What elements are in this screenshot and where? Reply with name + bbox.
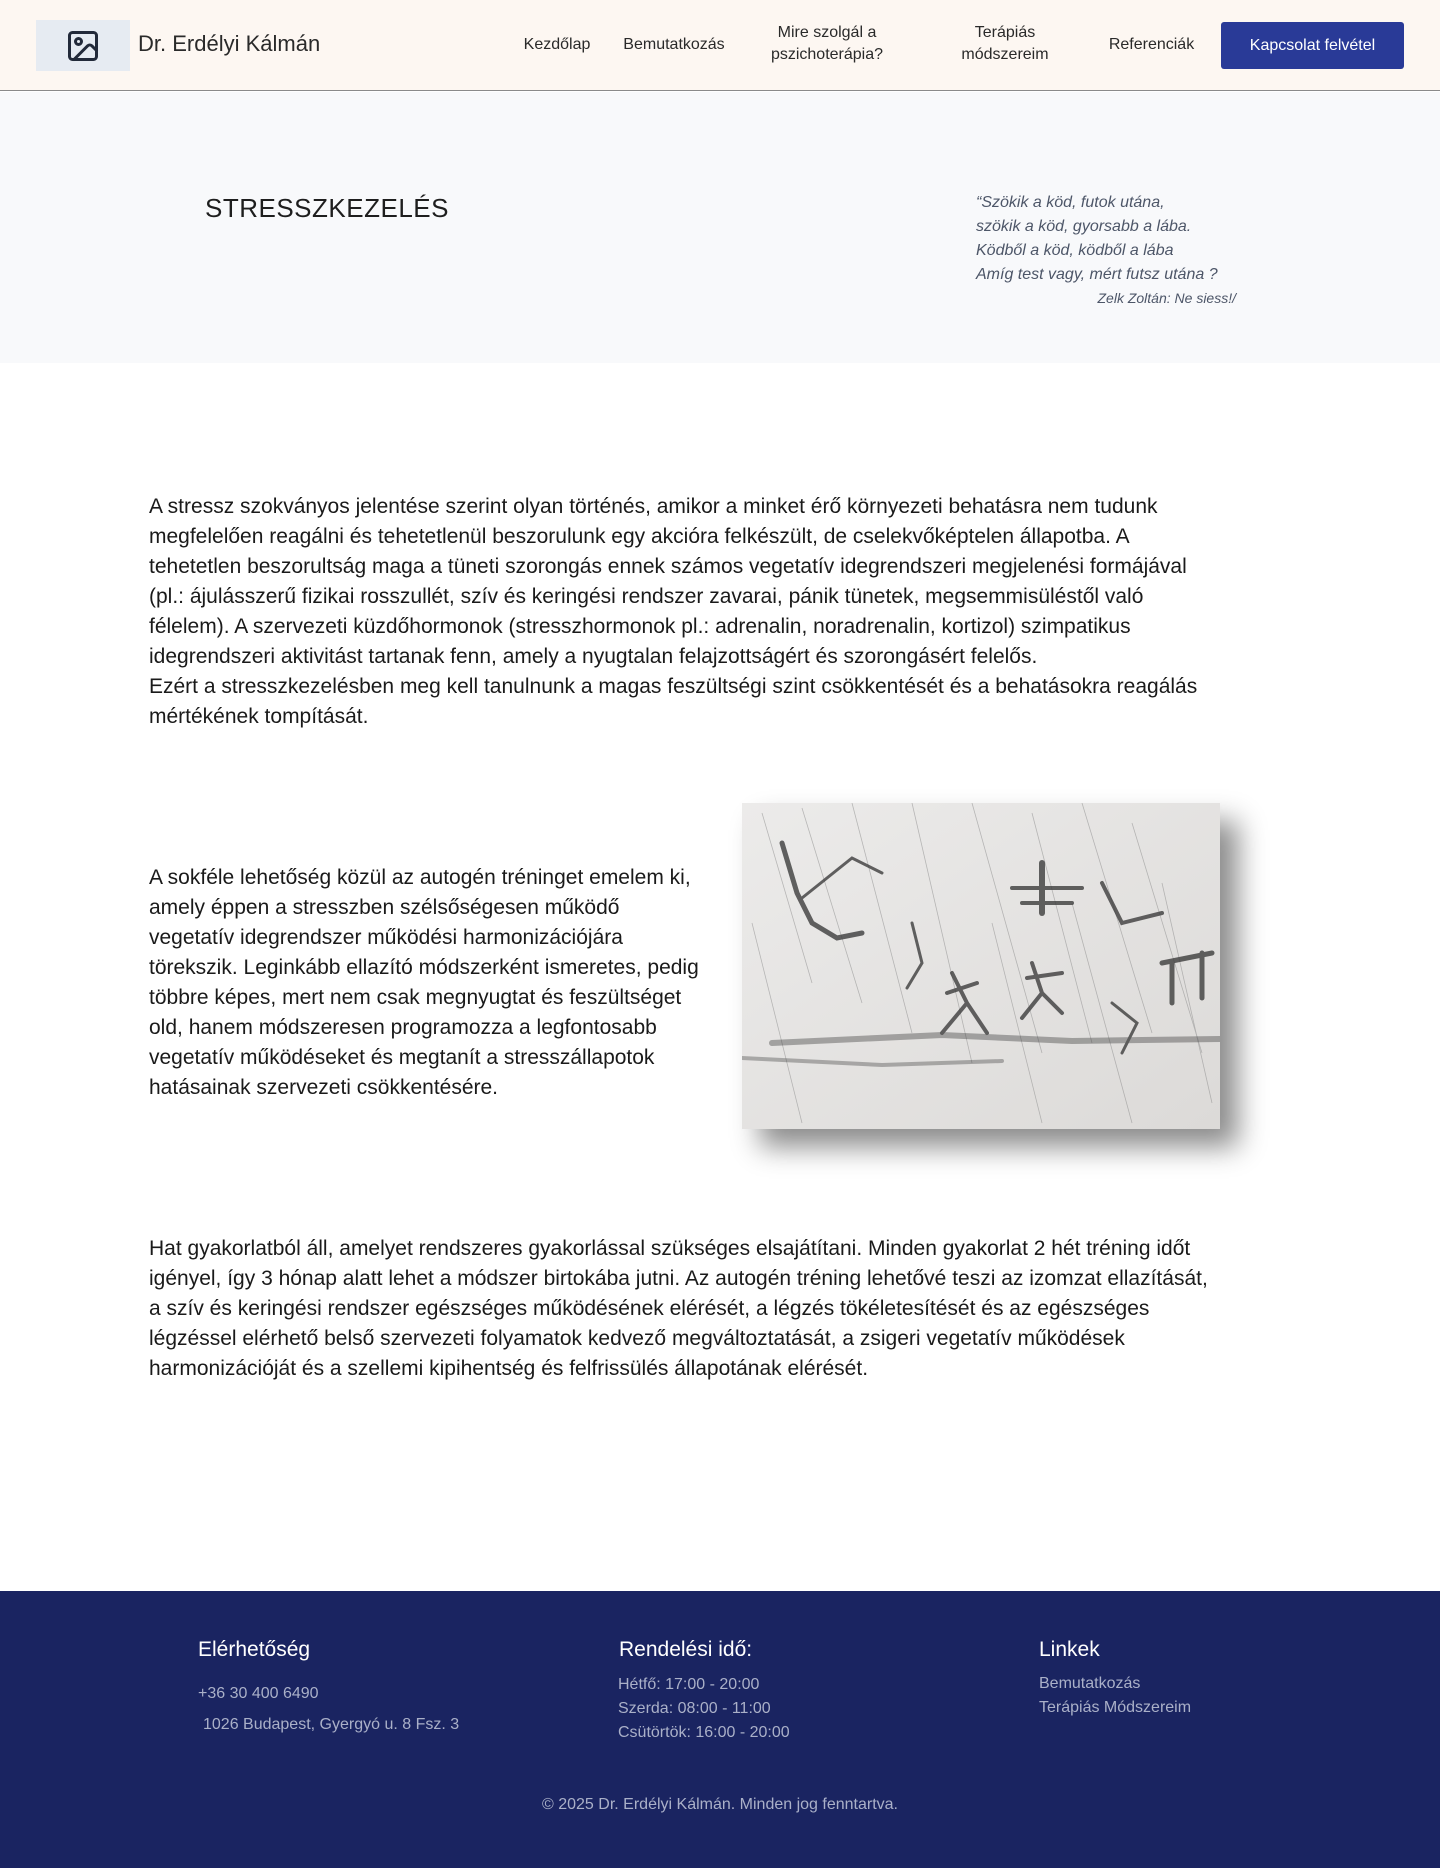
text-line: old, hanem módszeresen programozza a leg…	[149, 1016, 657, 1039]
site-footer: Elérhetőség +36 30 400 6490 1026 Budapes…	[0, 1591, 1440, 1868]
quote-line: “Szökik a köd, futok utána,	[976, 194, 1165, 211]
nav-item-intro[interactable]: Bemutatkozás	[612, 34, 736, 56]
text-line: vegetatív működéseket és megtanít a stre…	[149, 1046, 655, 1069]
links-heading: Linkek	[1039, 1638, 1100, 1661]
text-line: idegrendszeri aktivitást tartanak fenn, …	[149, 645, 1038, 668]
text-line: amely éppen a stresszben szélsőségesen m…	[149, 896, 620, 919]
image-placeholder-icon	[68, 30, 98, 61]
text-line: félelem). A szervezeti küzdőhormonok (st…	[149, 615, 1131, 638]
text-line: légzéssel elérhető belső szervezeti foly…	[149, 1327, 1125, 1350]
exercises-paragraph: Hat gyakorlatból áll, amelyet rendszeres…	[149, 1234, 1241, 1384]
text-line: törekszik. Leginkább ellazító módszerkén…	[149, 956, 699, 979]
autogenic-training-paragraph: A sokféle lehetőség közül az autogén tré…	[149, 863, 729, 1103]
nav-item-label: Mire szolgál a	[777, 24, 877, 41]
stress-intro-paragraph: A stressz szokványos jelentése szerint o…	[149, 492, 1241, 732]
quote-line: Ködből a köd, ködből a lába	[976, 242, 1174, 259]
nav-item-psychotherapy-purpose[interactable]: Mire szolgál a pszichoterápia?	[742, 22, 912, 66]
office-hours-line: Csütörtök: 16:00 - 20:00	[618, 1724, 790, 1741]
phone-number[interactable]: +36 30 400 6490	[198, 1682, 319, 1706]
poem-quote: “Szökik a köd, futok utána, szökik a köd…	[976, 191, 1238, 287]
text-line: többre képes, mert nem csak megnyugtat é…	[149, 986, 682, 1009]
pencil-sketch-image	[742, 803, 1220, 1129]
text-line: (pl.: ájulásszerű fizikai rosszullét, sz…	[149, 585, 1144, 608]
text-line: Hat gyakorlatból áll, amelyet rendszeres…	[149, 1237, 1191, 1260]
text-line: vegetatív idegrendszer működési harmoniz…	[149, 926, 623, 949]
nav-item-references[interactable]: Referenciák	[1100, 34, 1203, 56]
text-line: a szív és keringési rendszer egészséges …	[149, 1297, 1150, 1320]
quote-line: Amíg test vagy, mért futsz utána ?	[976, 266, 1218, 283]
text-line: igényel, így 3 hónap alatt lehet a módsz…	[149, 1267, 1208, 1290]
text-line: tehetetlen beszorultság maga a tüneti sz…	[149, 555, 1187, 578]
text-line: harmonizációját és a szellemi kipihentsé…	[149, 1357, 869, 1380]
contact-heading: Elérhetőség	[198, 1638, 311, 1661]
quote-author: Zelk Zoltán: Ne siess!/	[1097, 290, 1237, 306]
text-line: A sokféle lehetőség közül az autogén tré…	[149, 866, 691, 889]
nav-item-label: Terápiás	[974, 24, 1036, 41]
text-line: megfelelően reagálni és tehetetlenül bes…	[149, 525, 1130, 548]
footer-link-intro[interactable]: Bemutatkozás	[1039, 1672, 1140, 1696]
office-hours-line: Hétfő: 17:00 - 20:00	[618, 1676, 760, 1693]
text-line: Ezért a stresszkezelésben meg kell tanul…	[149, 675, 1198, 698]
site-header: Dr. Erdélyi Kálmán Kezdőlap Bemutatkozás…	[0, 0, 1440, 91]
nav-item-home[interactable]: Kezdőlap	[508, 34, 606, 56]
address: 1026 Budapest, Gyergyó u. 8 Fsz. 3	[203, 1716, 460, 1733]
footer-link-therapy-methods[interactable]: Terápiás Módszereim	[1039, 1696, 1191, 1720]
text-line: mértékének tompítását.	[149, 705, 369, 728]
office-hours-line: Szerda: 08:00 - 11:00	[618, 1700, 771, 1717]
office-hours-heading: Rendelési idő:	[619, 1638, 753, 1661]
site-name[interactable]: Dr. Erdélyi Kálmán	[138, 31, 320, 57]
nav-item-label: módszereim	[961, 46, 1049, 63]
logo[interactable]	[36, 20, 130, 71]
text-line: hatásainak szervezeti csökkentésére.	[149, 1076, 499, 1099]
quote-line: szökik a köd, gyorsabb a lába.	[976, 218, 1192, 235]
sketch-drawing	[742, 803, 1220, 1129]
nav-item-therapy-methods[interactable]: Terápiás módszereim	[925, 22, 1085, 66]
nav-item-label: pszichoterápia?	[770, 46, 884, 63]
page-title: STRESSZKEZELÉS	[205, 193, 449, 223]
text-line: A stressz szokványos jelentése szerint o…	[149, 495, 1158, 518]
hero-section: STRESSZKEZELÉS “Szökik a köd, futok után…	[0, 92, 1440, 363]
copyright: © 2025 Dr. Erdélyi Kálmán. Minden jog fe…	[542, 1796, 898, 1813]
contact-button[interactable]: Kapcsolat felvétel	[1221, 22, 1404, 69]
